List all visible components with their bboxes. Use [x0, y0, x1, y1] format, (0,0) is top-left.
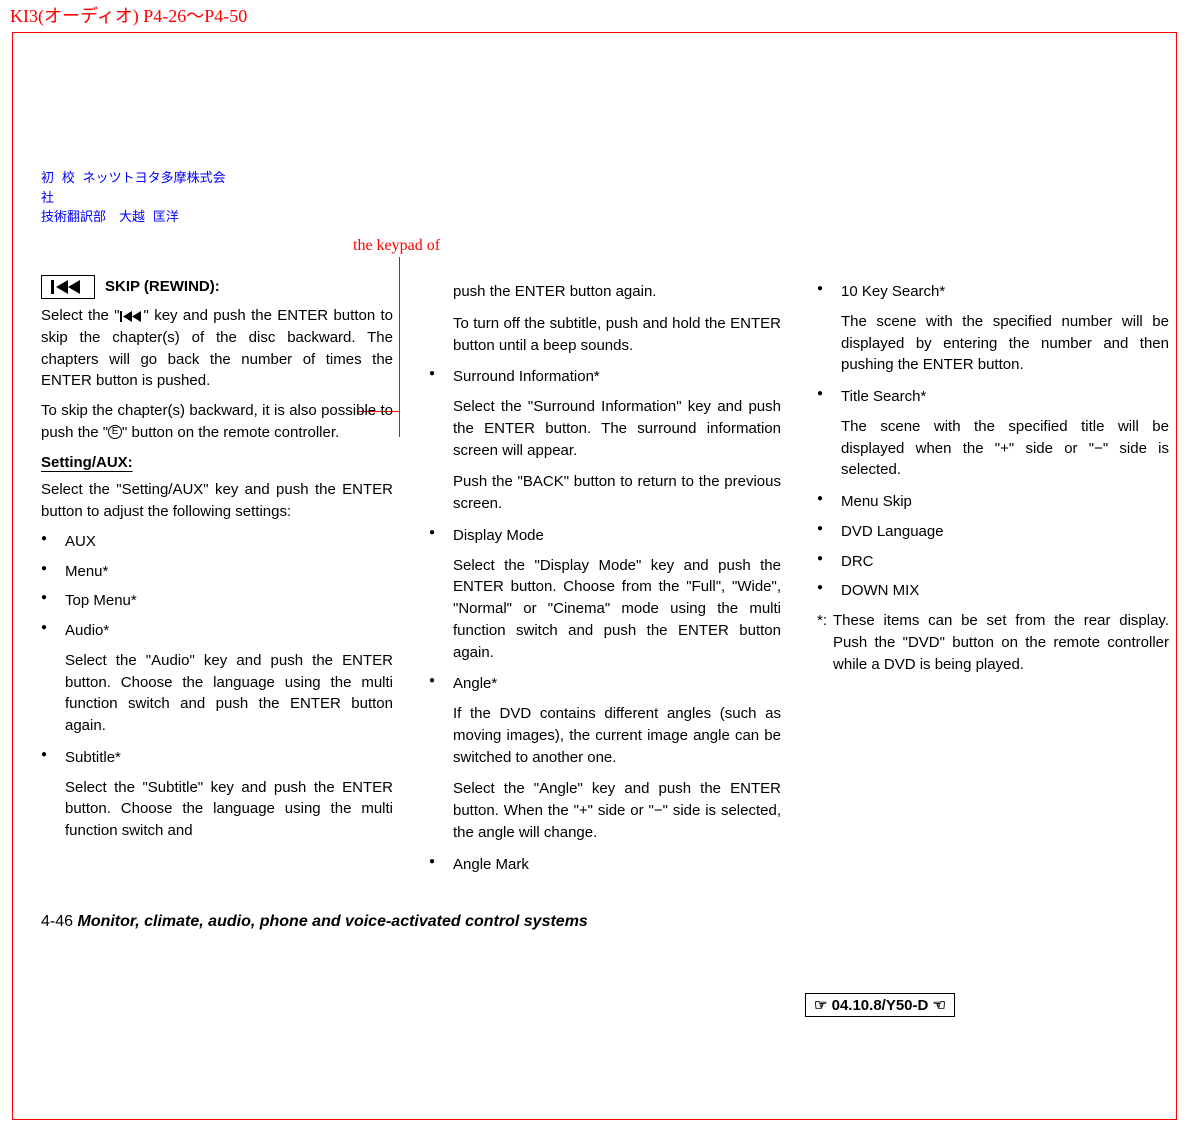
settings-list: Title Search*: [817, 386, 1169, 408]
list-item-description: Select the "Display Mode" key and push t…: [453, 555, 781, 664]
list-item: Top Menu*: [41, 590, 393, 612]
list-item: Surround Information*: [429, 366, 781, 388]
list-item: Menu Skip: [817, 491, 1169, 513]
revision-stamp: ☞ 04.10.8/Y50-D ☜: [805, 993, 955, 1017]
body-text: Select the "" key and push the ENTER but…: [41, 305, 393, 392]
list-item: DOWN MIX: [817, 580, 1169, 602]
inline-annotation: the keypad of: [353, 237, 440, 255]
footnote-marker: *:: [817, 610, 827, 675]
list-item: Menu*: [41, 561, 393, 583]
settings-list: Surround Information*: [429, 366, 781, 388]
skip-rewind-icon: [41, 275, 95, 299]
skip-rewind-heading: SKIP (REWIND):: [41, 275, 393, 299]
settings-list: AUX Menu* Top Menu* Audio*: [41, 531, 393, 642]
header-annotation: KI3(オーディオ) P4-26～P4-50: [10, 2, 247, 28]
content-columns: SKIP (REWIND): Select the "" key and pus…: [41, 275, 1169, 883]
column-3: 10 Key Search* The scene with the specif…: [817, 275, 1169, 883]
signature-block: 初 校 ネッツトヨタ多摩株式会社­ 技術翻訳部 大越 匡洋: [41, 169, 239, 228]
page-footer: 4-46 Monitor, climate, audio, phone and …: [41, 913, 588, 931]
section-title: Monitor, climate, audio, phone and voice…: [77, 913, 587, 930]
page-frame: 初 校 ネッツトヨタ多摩株式会社­ 技術翻訳部 大越 匡洋 the keypad…: [12, 32, 1177, 1120]
settings-list: Angle*: [429, 673, 781, 695]
list-item-description: Select the "Surround Information" key an…: [453, 396, 781, 461]
list-item-description: Push the "BACK" button to return to the …: [453, 471, 781, 515]
list-item: AUX: [41, 531, 393, 553]
list-item-description: Select the "Audio" key and push the ENTE…: [65, 650, 393, 737]
body-text: To turn off the subtitle, push and hold …: [453, 313, 781, 357]
list-item: DVD Language: [817, 521, 1169, 543]
list-item: Display Mode: [429, 525, 781, 547]
list-item-description: The scene with the specified title will …: [841, 416, 1169, 481]
list-item: DRC: [817, 551, 1169, 573]
list-item: Angle*: [429, 673, 781, 695]
list-item: Subtitle*: [41, 747, 393, 769]
list-item-description: If the DVD contains different angles (su…: [453, 703, 781, 768]
list-item: Audio*: [41, 620, 393, 642]
settings-list: Subtitle*: [41, 747, 393, 769]
list-item: Angle Mark: [429, 854, 781, 876]
footnote: *: These items can be set from the rear …: [817, 610, 1169, 675]
footnote-text: These items can be set from the rear dis…: [833, 610, 1169, 675]
list-item-description: The scene with the specified number will…: [841, 311, 1169, 376]
skip-rewind-label: SKIP (REWIND):: [105, 276, 220, 298]
settings-list: Menu Skip DVD Language DRC DOWN MIX: [817, 491, 1169, 602]
column-1: SKIP (REWIND): Select the "" key and pus…: [41, 275, 393, 883]
body-text: To skip the chapter(s) backward, it is a…: [41, 400, 393, 444]
list-item-description: Select the "Angle" key and push the ENTE…: [453, 778, 781, 843]
list-item: Title Search*: [817, 386, 1169, 408]
settings-list: 10 Key Search*: [817, 281, 1169, 303]
circled-e-icon: E: [108, 425, 122, 439]
list-item-description: Select the "Subtitle" key and push the E…: [65, 777, 393, 842]
setting-aux-heading: Setting/AUX:: [41, 452, 393, 474]
settings-list: Angle Mark: [429, 854, 781, 876]
body-text: Select the "Setting/AUX" key and push th…: [41, 479, 393, 523]
settings-list: Display Mode: [429, 525, 781, 547]
list-item: 10 Key Search*: [817, 281, 1169, 303]
column-2: push the ENTER button again. To turn off…: [429, 275, 781, 883]
page-number: 4-46: [41, 913, 73, 930]
body-text: push the ENTER button again.: [453, 281, 781, 303]
